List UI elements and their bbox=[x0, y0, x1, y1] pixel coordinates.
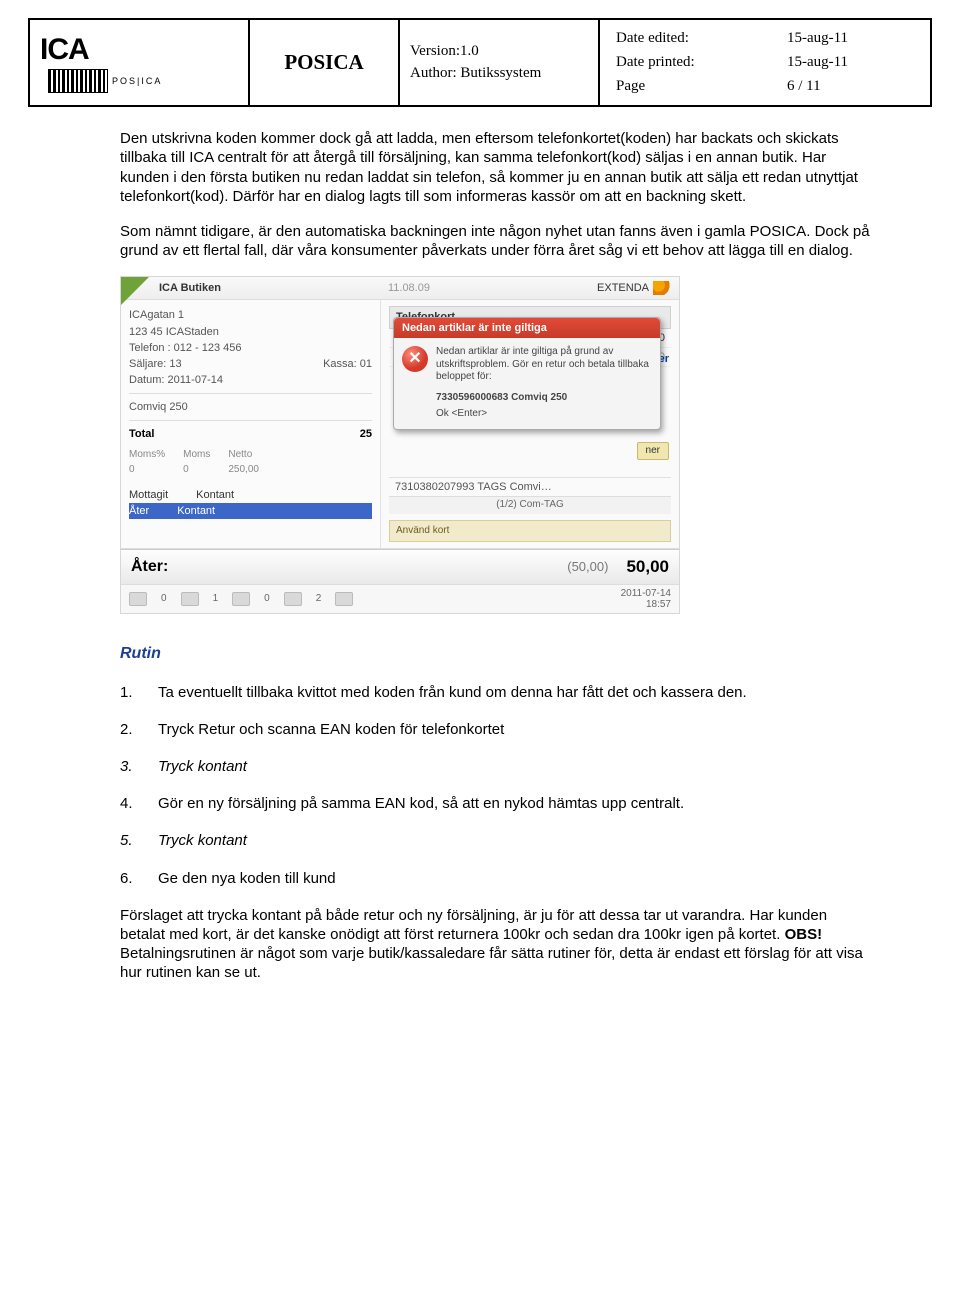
pay-mottagit-label: Mottagit bbox=[129, 488, 168, 502]
edited-value: 15-aug-11 bbox=[779, 28, 918, 50]
pay-ater-label: Åter bbox=[129, 504, 149, 518]
receipt-date: Datum: 2011-07-14 bbox=[129, 373, 372, 387]
moms-h3: Netto bbox=[228, 449, 259, 462]
status-icon-2[interactable] bbox=[181, 592, 199, 606]
para3-part-b: Betalningsrutinen är något som varje but… bbox=[120, 945, 863, 981]
error-icon: ✕ bbox=[402, 346, 428, 372]
payment-row-return-selected[interactable]: Åter Kontant bbox=[129, 503, 372, 519]
ater-value: 50,00 bbox=[626, 556, 669, 578]
printed-label: Date printed: bbox=[612, 52, 777, 74]
status-count-0: 0 bbox=[161, 593, 167, 606]
rutin-step-6: Ge den nya koden till kund bbox=[148, 869, 872, 888]
pos-screenshot: ICA Butiken 11.08.09 EXTENDA ICAgatan 1 … bbox=[120, 276, 680, 614]
extenda-logo-icon bbox=[653, 281, 671, 295]
edited-label: Date edited: bbox=[612, 28, 777, 50]
barcode-icon bbox=[48, 69, 108, 93]
author-value: Butikssystem bbox=[460, 65, 541, 81]
doc-title: POSICA bbox=[284, 50, 363, 75]
paragraph-2: Som nämnt tidigare, är den automatiska b… bbox=[120, 222, 872, 260]
telephone: Telefon : 012 - 123 456 bbox=[129, 341, 372, 355]
ater-big-label: Åter: bbox=[131, 557, 168, 577]
alert-ok-hint[interactable]: Ok <Enter> bbox=[436, 408, 652, 421]
moms-v2: 0 bbox=[183, 464, 210, 477]
rutin-step-2: Tryck Retur och scanna EAN koden för tel… bbox=[148, 720, 872, 739]
status-icon-5[interactable] bbox=[335, 592, 353, 606]
page-value: 6 / 11 bbox=[779, 76, 918, 98]
status-count-0b: 0 bbox=[264, 593, 270, 606]
seller: Säljare: 13 bbox=[129, 357, 182, 371]
author-label: Author: bbox=[410, 65, 457, 81]
meta-cell: Date edited:15-aug-11 Date printed:15-au… bbox=[600, 20, 930, 105]
rutin-step-3: Tryck kontant bbox=[148, 757, 872, 776]
alert-message: Nedan artiklar är inte giltiga på grund … bbox=[436, 346, 652, 384]
ner-button[interactable]: ner bbox=[637, 442, 669, 461]
total-label: Total bbox=[129, 427, 154, 441]
rutin-list: Ta eventuellt tillbaka kvittot med koden… bbox=[120, 683, 872, 888]
alert-title: Nedan artiklar är inte giltiga bbox=[394, 318, 660, 338]
status-icon-4[interactable] bbox=[284, 592, 302, 606]
ater-paren: (50,00) bbox=[567, 559, 608, 576]
payment-row-received[interactable]: Mottagit Kontant bbox=[129, 487, 372, 503]
tags-row[interactable]: 7310380207993 TAGS Comvi… bbox=[389, 477, 671, 496]
corner-fold-icon bbox=[121, 277, 149, 305]
moms-v3: 250,00 bbox=[228, 464, 259, 477]
para3-part-a: Förslaget att trycka kontant på både ret… bbox=[120, 907, 827, 943]
status-icon-3[interactable] bbox=[232, 592, 250, 606]
printed-value: 15-aug-11 bbox=[779, 52, 918, 74]
version-cell: Version:1.0 Author: Butikssystem bbox=[400, 20, 600, 105]
status-icon-1[interactable] bbox=[129, 592, 147, 606]
ica-logo: ICA bbox=[40, 33, 89, 67]
addr2: 123 45 ICAStaden bbox=[129, 325, 372, 339]
version-label: Version: bbox=[410, 43, 460, 59]
document-header: ICA POS|ICA POSICA Version:1.0 Author: B… bbox=[28, 18, 932, 107]
pay-kontant-label-2: Kontant bbox=[177, 504, 215, 518]
status-time: 18:57 bbox=[621, 599, 671, 610]
rutin-heading: Rutin bbox=[120, 644, 872, 664]
pager-label: (1/2) Com-TAG bbox=[389, 496, 671, 514]
total-value: 25 bbox=[360, 427, 372, 441]
receipt-panel: ICAgatan 1 123 45 ICAStaden Telefon : 01… bbox=[121, 300, 381, 548]
return-amount-bar: Åter: (50,00) 50,00 bbox=[121, 549, 679, 584]
brand-name: EXTENDA bbox=[597, 281, 649, 295]
alert-article: 7330596000683 Comviq 250 bbox=[436, 392, 652, 405]
rutin-step-1: Ta eventuellt tillbaka kvittot med koden… bbox=[148, 683, 872, 702]
moms-v1: 0 bbox=[129, 464, 165, 477]
rutin-step-5: Tryck kontant bbox=[148, 831, 872, 850]
status-bar: 0 1 0 2 2011-07-14 18:57 bbox=[121, 584, 679, 613]
rutin-step-4: Gör en ny försäljning på samma EAN kod, … bbox=[148, 794, 872, 813]
addr1: ICAgatan 1 bbox=[129, 308, 372, 322]
obs-label: OBS! bbox=[785, 926, 823, 943]
paragraph-3: Förslaget att trycka kontant på både ret… bbox=[120, 906, 872, 983]
status-count-1: 1 bbox=[213, 593, 219, 606]
anvand-kort-field[interactable]: Använd kort bbox=[389, 520, 671, 543]
version-value: 1.0 bbox=[460, 43, 479, 59]
logo-cell: ICA POS|ICA bbox=[30, 20, 250, 105]
status-count-2: 2 bbox=[316, 593, 322, 606]
paragraph-1: Den utskrivna koden kommer dock gå att l… bbox=[120, 129, 872, 206]
moms-h2: Moms bbox=[183, 449, 210, 462]
title-cell: POSICA bbox=[250, 20, 400, 105]
top-time: 11.08.09 bbox=[388, 281, 430, 295]
store-name: ICA Butiken bbox=[159, 281, 221, 295]
moms-h1: Moms% bbox=[129, 449, 165, 462]
sublogo-text: POS|ICA bbox=[112, 76, 162, 86]
pay-kontant-label: Kontant bbox=[196, 488, 234, 502]
status-date: 2011-07-14 bbox=[621, 588, 671, 599]
page-label: Page bbox=[612, 76, 777, 98]
line-item: Comviq 250 bbox=[129, 400, 372, 414]
kassa: Kassa: 01 bbox=[323, 357, 372, 371]
invalid-articles-dialog: Nedan artiklar är inte giltiga ✕ Nedan a… bbox=[393, 317, 661, 430]
